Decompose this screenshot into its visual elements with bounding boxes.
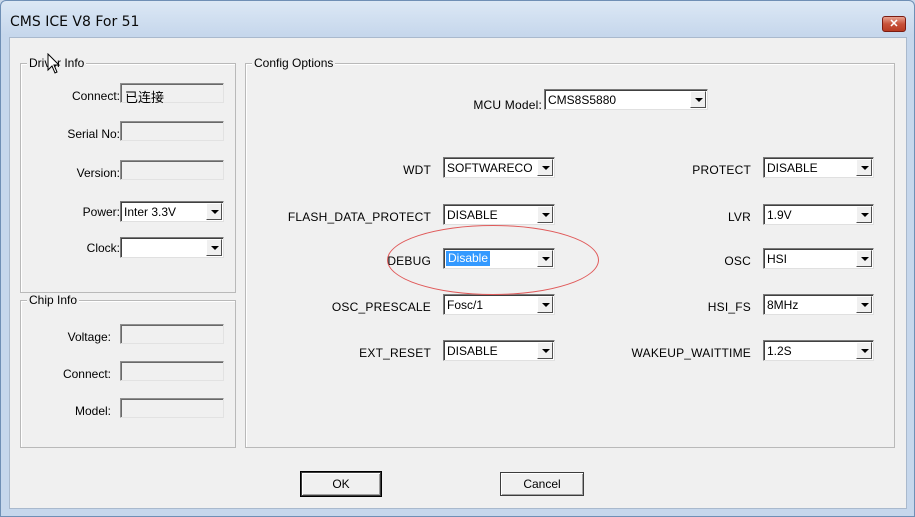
osc-prescale-label: OSC_PRESCALE	[331, 300, 431, 314]
wdt-select[interactable]: SOFTWARECO	[443, 157, 555, 178]
lvr-value: 1.9V	[767, 208, 792, 222]
mcu-model-select[interactable]: CMS8S5880	[544, 89, 708, 110]
chevron-down-icon[interactable]	[537, 159, 553, 176]
chevron-down-icon[interactable]	[856, 250, 872, 267]
chip-connect-field	[120, 361, 224, 381]
mcu-model-label: MCU Model:	[473, 98, 542, 112]
driver-connect-label: Connect:	[71, 89, 120, 103]
mcu-model-value: CMS8S5880	[548, 93, 617, 107]
clock-select[interactable]	[120, 237, 224, 258]
chip-connect-label: Connect:	[62, 367, 111, 381]
config-options-title: Config Options	[252, 56, 336, 70]
flash-data-protect-value: DISABLE	[447, 208, 498, 222]
highlight-ellipse	[387, 225, 599, 295]
power-select[interactable]: Inter 3.3V	[120, 201, 224, 222]
version-label: Version:	[76, 166, 120, 180]
wdt-value: SOFTWARECO	[447, 161, 533, 175]
osc-prescale-value: Fosc/1	[447, 298, 484, 312]
protect-label: PROTECT	[692, 163, 751, 177]
chevron-down-icon[interactable]	[206, 203, 222, 220]
serial-no-label: Serial No:	[67, 127, 120, 141]
chevron-down-icon[interactable]	[856, 296, 872, 313]
driver-connect-field: 已连接	[120, 83, 224, 105]
wakeup-waittime-label: WAKEUP_WAITTIME	[631, 346, 751, 360]
chevron-down-icon[interactable]	[690, 91, 706, 108]
ok-button[interactable]: OK	[300, 471, 382, 497]
wdt-label: WDT	[403, 163, 431, 177]
chip-voltage-field	[120, 324, 224, 344]
window-title: CMS ICE V8 For 51	[10, 14, 140, 30]
chevron-down-icon[interactable]	[856, 206, 872, 223]
flash-data-protect-select[interactable]: DISABLE	[443, 204, 555, 225]
ext-reset-select[interactable]: DISABLE	[443, 340, 555, 361]
version-field	[120, 160, 224, 180]
ext-reset-label: EXT_RESET	[359, 346, 431, 360]
protect-select[interactable]: DISABLE	[763, 157, 874, 178]
flash-data-protect-label: FLASH_DATA_PROTECT	[287, 210, 431, 224]
chevron-down-icon[interactable]	[537, 296, 553, 313]
lvr-select[interactable]: 1.9V	[763, 204, 874, 225]
mouse-cursor-icon	[47, 53, 61, 74]
power-select-value: Inter 3.3V	[124, 205, 177, 219]
serial-no-field	[120, 121, 224, 141]
power-label: Power:	[82, 205, 120, 219]
driver-connect-value: 已连接	[125, 90, 165, 105]
chip-voltage-label: Voltage:	[67, 330, 111, 344]
osc-label: OSC	[724, 254, 751, 268]
osc-select[interactable]: HSI	[763, 248, 874, 269]
chevron-down-icon[interactable]	[537, 206, 553, 223]
osc-value: HSI	[767, 252, 788, 266]
title-bar[interactable]: CMS ICE V8 For 51 ✕	[1, 1, 914, 37]
close-button[interactable]: ✕	[882, 16, 906, 32]
ext-reset-value: DISABLE	[447, 344, 498, 358]
cancel-button[interactable]: Cancel	[500, 472, 584, 496]
hsi-fs-value: 8MHz	[767, 298, 799, 312]
chevron-down-icon[interactable]	[206, 239, 222, 256]
chip-model-field	[120, 398, 224, 418]
hsi-fs-label: HSI_FS	[707, 300, 751, 314]
chip-model-label: Model:	[74, 404, 111, 418]
chevron-down-icon[interactable]	[856, 159, 872, 176]
hsi-fs-select[interactable]: 8MHz	[763, 294, 874, 315]
lvr-label: LVR	[727, 210, 751, 224]
chevron-down-icon[interactable]	[856, 342, 872, 359]
dialog-window: CMS ICE V8 For 51 ✕ Driver Info Connect:…	[0, 0, 915, 517]
chevron-down-icon[interactable]	[537, 342, 553, 359]
wakeup-waittime-select[interactable]: 1.2S	[763, 340, 874, 361]
clock-label: Clock:	[86, 241, 120, 255]
protect-value: DISABLE	[767, 161, 818, 175]
chip-info-title: Chip Info	[27, 293, 80, 307]
osc-prescale-select[interactable]: Fosc/1	[443, 294, 555, 315]
wakeup-waittime-value: 1.2S	[767, 344, 792, 358]
